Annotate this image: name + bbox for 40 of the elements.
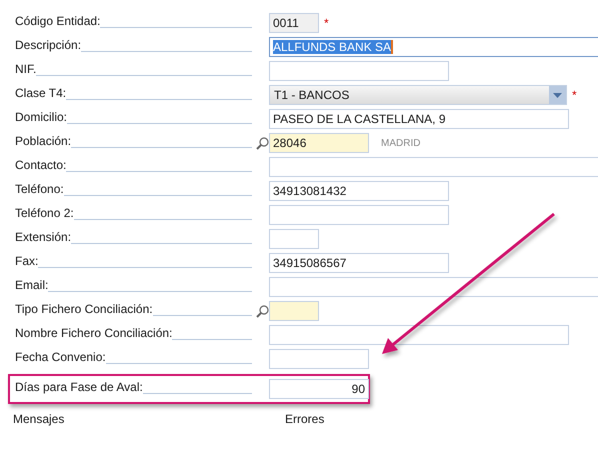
field-label: Extensión: [15,230,72,246]
messages-label: Mensajes [13,412,66,426]
field-label: Código Entidad: [15,14,100,30]
input-field[interactable] [269,325,569,345]
input-field[interactable]: 34915086567 [269,253,449,273]
input-field[interactable] [269,301,319,321]
field-label: Descripción: [15,38,82,54]
input-field[interactable] [269,61,449,81]
field-label: Tipo Fichero Conciliación: [15,302,153,318]
field-label: NIF. [15,62,36,78]
field-label: Días para Fase de Aval: [15,380,143,396]
required-marker: * [572,88,577,102]
field-label: Clase T4: [15,86,66,102]
field-note: MADRID [381,138,420,148]
field-label: Nombre Fichero Conciliación: [15,326,172,342]
field-label: Domicilio: [15,110,68,126]
required-marker: * [324,16,329,30]
caret-icon [553,92,562,98]
input-field[interactable] [269,349,369,369]
field-label: Población: [15,134,72,150]
input-field[interactable] [269,205,449,225]
input-field[interactable]: 34913081432 [269,181,449,201]
input-field[interactable]: PASEO DE LA CASTELLANA, 9 [269,109,569,129]
input-field[interactable]: 28046 [269,133,369,153]
input-field[interactable]: 90 [269,379,369,399]
input-field[interactable]: 0011 [269,13,319,33]
errors-label: Errores [285,412,324,426]
search-icon[interactable] [256,304,269,318]
field-label: Contacto: [15,158,66,174]
input-field[interactable] [269,277,598,297]
search-icon[interactable] [256,136,269,150]
input-field[interactable] [269,229,319,249]
field-label: Fax: [15,254,38,270]
input-field[interactable]: ALLFUNDS BANK SA [269,37,598,57]
field-label: Fecha Convenio: [15,350,106,366]
dropdown-field[interactable]: T1 - BANCOS [269,85,567,105]
field-label: Email: [15,278,48,294]
field-label: Teléfono 2: [15,206,74,222]
input-field[interactable] [269,157,598,177]
field-label: Teléfono: [15,182,64,198]
